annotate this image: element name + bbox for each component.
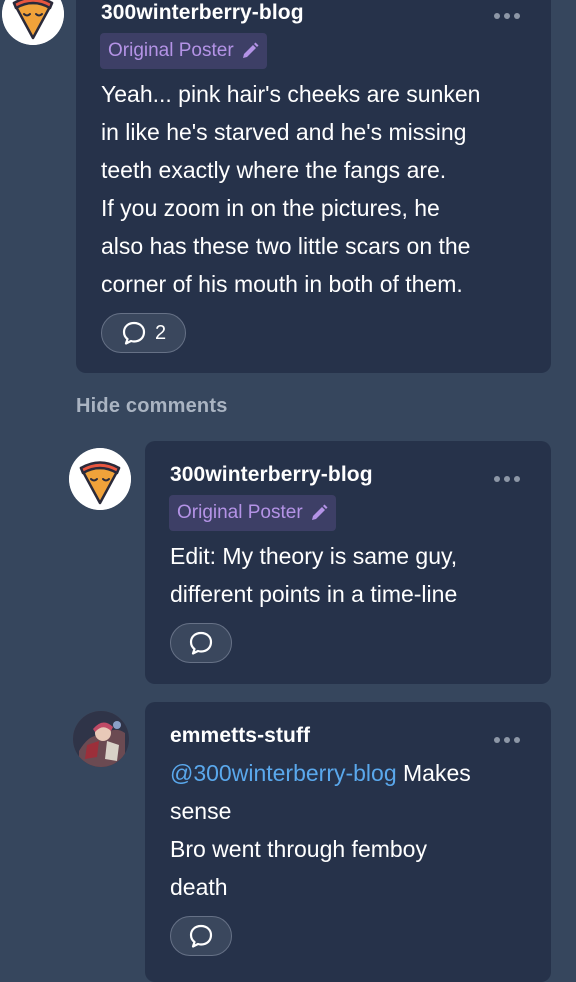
comment-text-rest: sense Bro went through femboy death [170,798,427,900]
comment-card: emmetts-stuff @300winterberry-blog Makes… [145,702,551,982]
pencil-icon [242,42,259,58]
pizza-slice-avatar-icon [69,448,131,510]
original-poster-badge: Original Poster [100,33,267,69]
comment-avatar[interactable] [69,448,131,510]
original-poster-badge: Original Poster [169,495,336,531]
reply-count: 2 [154,321,167,344]
reply-button[interactable] [170,916,232,956]
speech-bubble-icon [189,924,213,948]
reply-button[interactable]: 2 [101,313,186,353]
badge-label: Original Poster [177,502,303,523]
character-art-avatar-icon [73,711,129,767]
more-dots-icon[interactable] [494,475,522,483]
reply-button[interactable] [170,623,232,663]
speech-bubble-icon [122,321,146,345]
more-dots-icon[interactable] [494,736,522,744]
comment-body-text: @300winterberry-blog Makes sense Bro wen… [170,754,540,906]
comment-body-text: Edit: My theory is same guy, different p… [170,543,458,607]
post-card: 300winterberry-blog Original Poster Yeah… [76,0,551,373]
more-dots-icon[interactable] [494,12,522,20]
post-username[interactable]: 300winterberry-blog [101,1,304,25]
pencil-icon [311,504,328,520]
mention-link[interactable]: @300winterberry-blog [170,760,397,786]
comment-avatar[interactable] [73,711,129,767]
post-body-text: Yeah... pink hair's cheeks are sunken in… [101,81,481,297]
comment-username[interactable]: 300winterberry-blog [170,463,373,487]
comment-card: 300winterberry-blog Original Poster Edit… [145,441,551,684]
pizza-slice-avatar-icon [2,0,64,45]
comment-text-inline: Makes [396,760,471,786]
comment-username[interactable]: emmetts-stuff [170,724,310,748]
badge-label: Original Poster [108,40,234,61]
hide-comments-link[interactable]: Hide comments [76,395,228,418]
post-avatar[interactable] [2,0,64,45]
speech-bubble-icon [189,631,213,655]
